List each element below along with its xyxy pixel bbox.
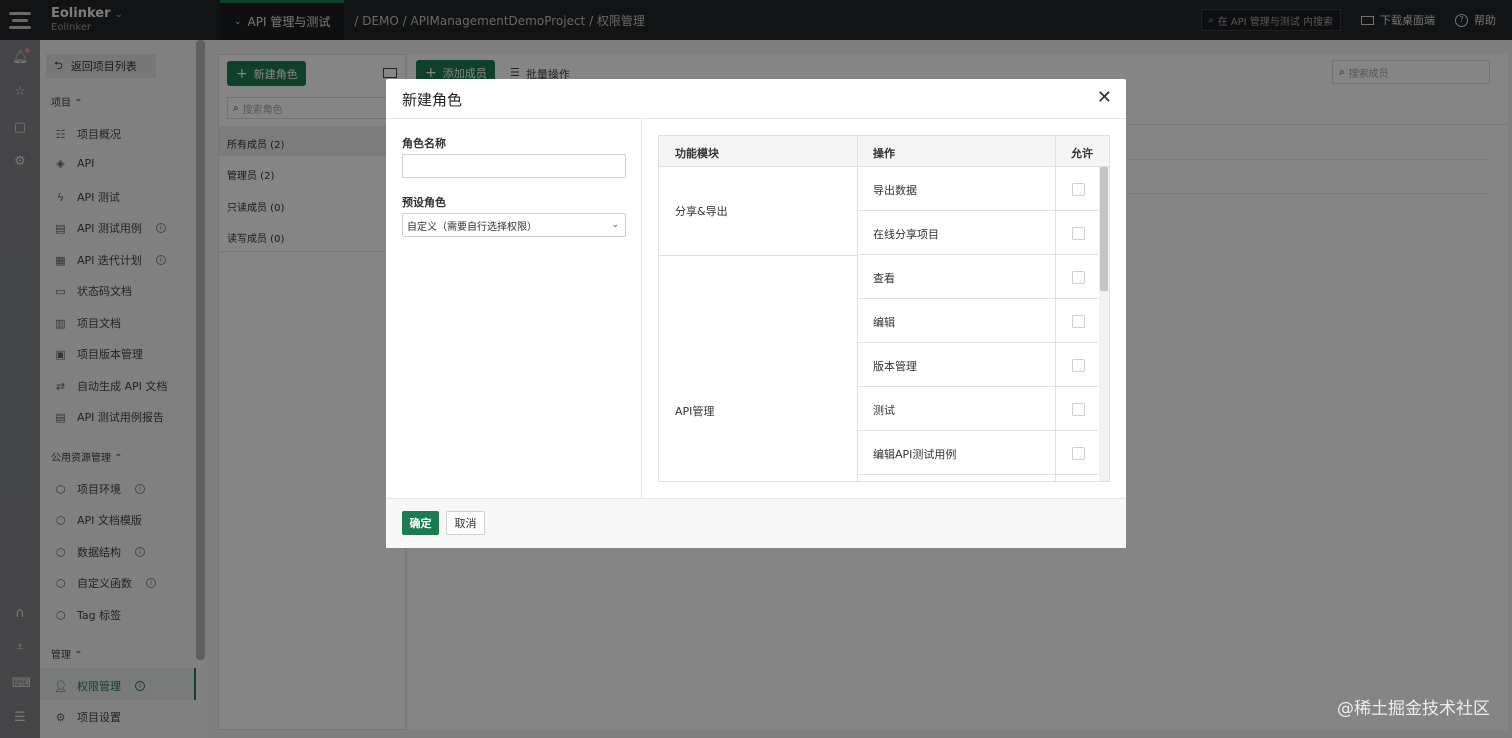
operation-label: 编辑API测试用例 [873, 448, 957, 461]
table-row: 版本管理 [858, 343, 1098, 387]
table-row: 测试 [858, 387, 1098, 431]
cancel-button[interactable]: 取消 [446, 511, 485, 535]
allow-checkbox[interactable] [1072, 271, 1085, 284]
allow-checkbox[interactable] [1072, 315, 1085, 328]
permissions-table: 功能模块 操作 允许 分享&导出 API管理 导出数据 在线分享项目 查看 编辑… [658, 135, 1110, 482]
watermark: @稀土掘金技术社区 [1337, 699, 1490, 719]
table-header: 功能模块 操作 允许 [659, 136, 1109, 167]
col-header-module: 功能模块 [675, 147, 719, 160]
operation-label: 编辑 [873, 316, 895, 329]
preset-role-label: 预设角色 [402, 196, 446, 209]
operation-label: 测试 [873, 404, 895, 417]
permissions-scrollbar[interactable] [1099, 167, 1109, 481]
role-form: 角色名称 预设角色 自定义（需要自行选择权限） ⌄ [386, 119, 642, 498]
chevron-down-icon: ⌄ [611, 220, 619, 230]
allow-checkbox[interactable] [1072, 227, 1085, 240]
table-row: 编辑 [858, 299, 1098, 343]
operation-label: 导出数据 [873, 184, 917, 197]
scrollbar-thumb[interactable] [1100, 167, 1108, 291]
dialog-footer: 确定 取消 [386, 498, 1126, 548]
module-cell: 分享&导出 [659, 167, 857, 256]
table-row: 导出数据 [858, 167, 1098, 211]
preset-role-select[interactable]: 自定义（需要自行选择权限） ⌄ [402, 213, 626, 237]
role-name-input[interactable] [402, 154, 626, 178]
col-header-allow: 允许 [1071, 147, 1093, 160]
operation-label: 版本管理 [873, 360, 917, 373]
select-value: 自定义（需要自行选择权限） [407, 221, 537, 233]
role-name-label: 角色名称 [402, 137, 446, 150]
allow-checkbox[interactable] [1072, 447, 1085, 460]
col-header-operation: 操作 [873, 147, 895, 160]
table-row: 编辑API测试用例 [858, 431, 1098, 475]
new-role-dialog: 新建角色 ✕ 角色名称 预设角色 自定义（需要自行选择权限） ⌄ 功能模块 操作… [386, 79, 1126, 548]
dialog-title: 新建角色 [402, 91, 463, 109]
close-icon[interactable]: ✕ [1097, 87, 1112, 108]
allow-checkbox[interactable] [1072, 183, 1085, 196]
allow-checkbox[interactable] [1072, 359, 1085, 372]
table-row: 在线分享项目 [858, 211, 1098, 255]
module-cell: API管理 [675, 405, 715, 418]
table-row: 查看 [858, 255, 1098, 299]
confirm-button[interactable]: 确定 [402, 511, 439, 535]
operation-label: 查看 [873, 272, 895, 285]
allow-checkbox[interactable] [1072, 403, 1085, 416]
operation-label: 在线分享项目 [873, 228, 939, 241]
